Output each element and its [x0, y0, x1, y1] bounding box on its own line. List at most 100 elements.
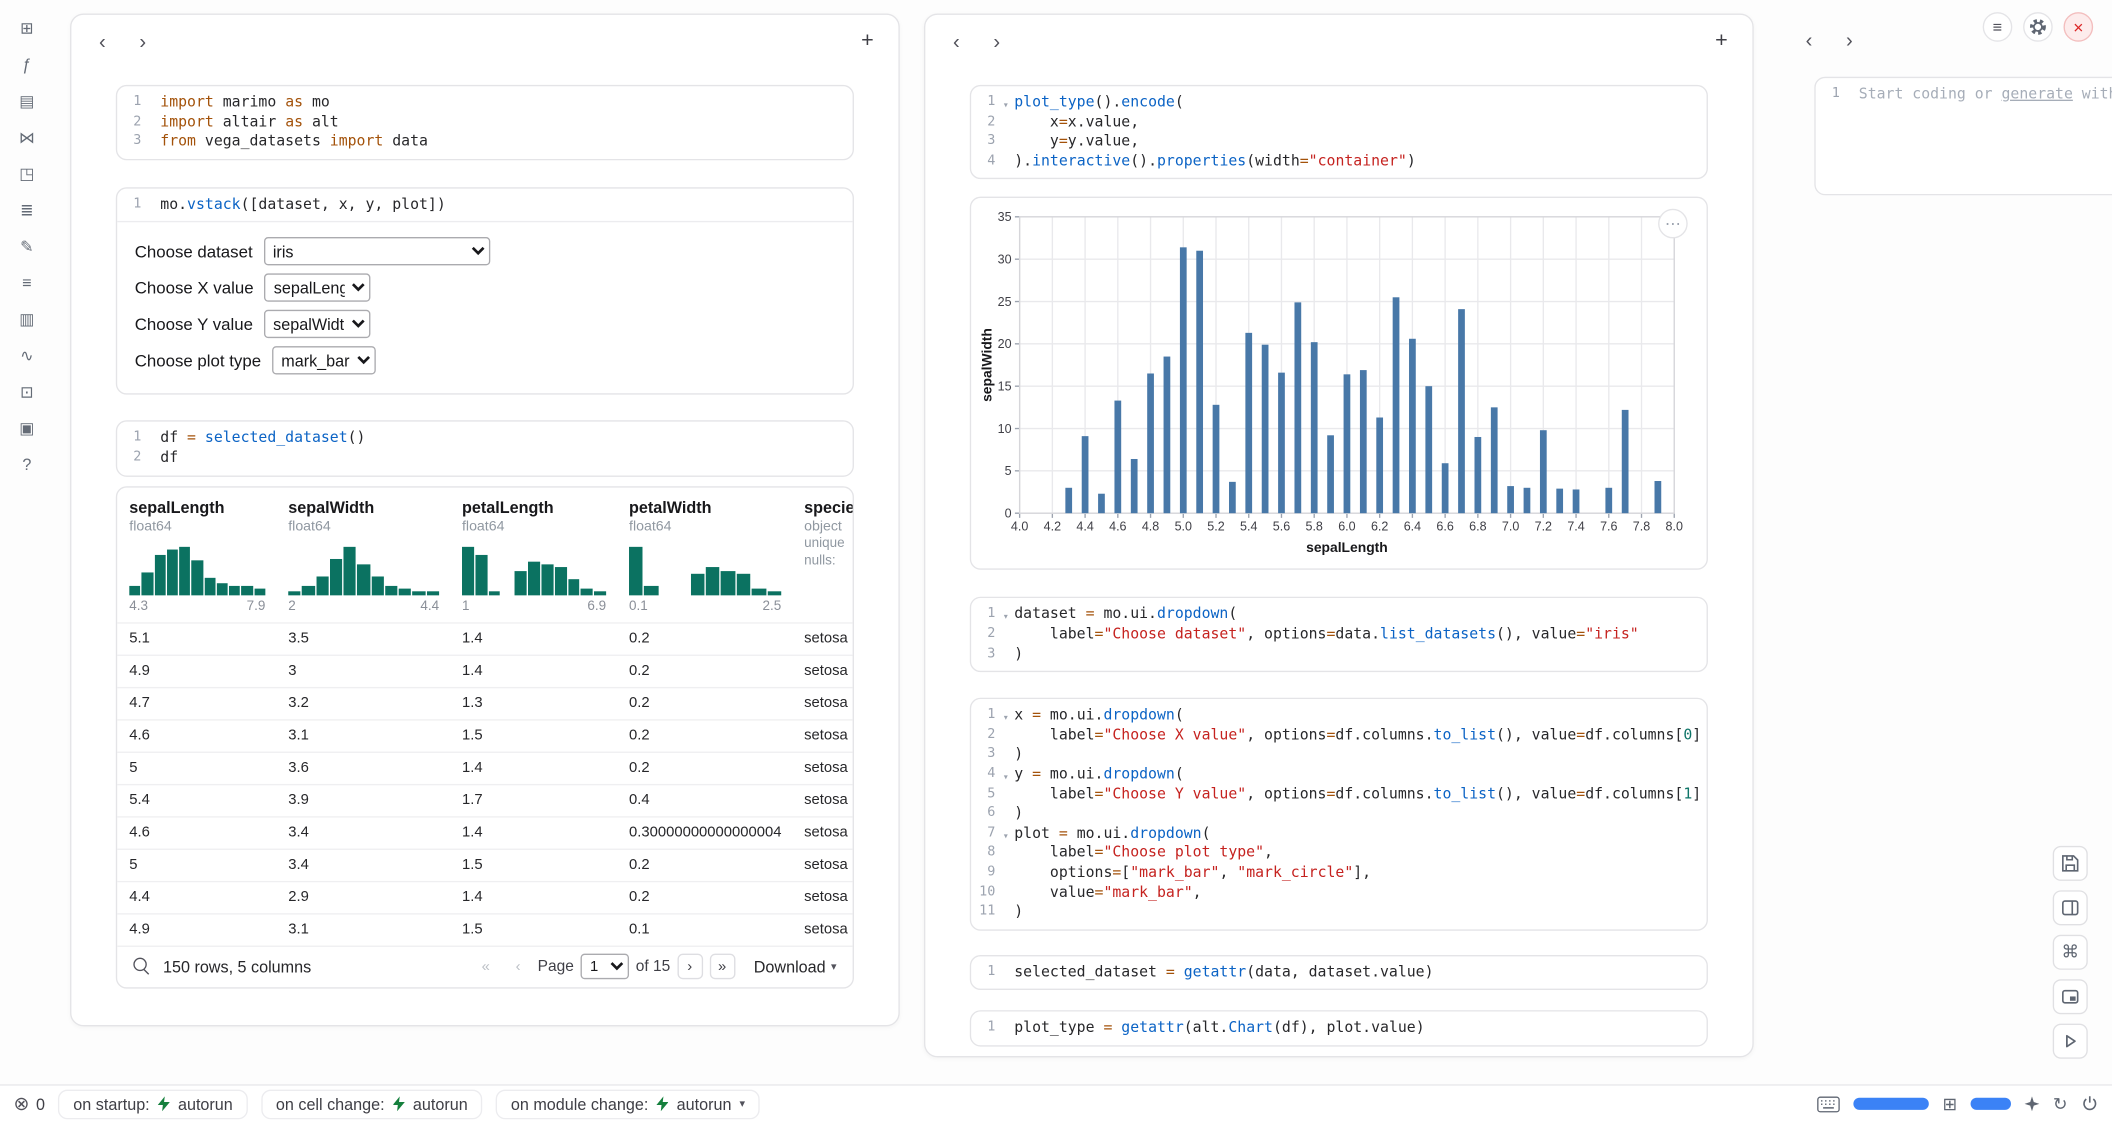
- code-line[interactable]: import altair as alt: [158, 113, 853, 133]
- picture-in-picture-button[interactable]: [2053, 979, 2088, 1014]
- power-icon[interactable]: [2081, 1095, 2099, 1113]
- cell-df[interactable]: 1df = selected_dataset()2df: [116, 421, 854, 476]
- code-line[interactable]: label="Choose dataset", options=data.lis…: [1012, 625, 1707, 645]
- save-button[interactable]: [2053, 846, 2088, 881]
- cell-imports[interactable]: 1import marimo as mo2import altair as al…: [116, 85, 854, 160]
- outline-icon[interactable]: ≡: [12, 268, 42, 298]
- zoom-slider[interactable]: [1971, 1098, 2011, 1110]
- layout-toggle-button[interactable]: [2053, 890, 2088, 925]
- next-page-button[interactable]: ›: [677, 954, 703, 980]
- add-cell-button[interactable]: +: [1707, 27, 1737, 57]
- table-row[interactable]: 4.63.11.50.2setosa: [117, 720, 852, 752]
- cell-plot-type[interactable]: 1plot_type = getattr(alt.Chart(df), plot…: [970, 1011, 1708, 1047]
- scroll-left-button[interactable]: ‹: [1794, 26, 1824, 56]
- cell-placeholder[interactable]: Start coding or generate with: [1856, 85, 2112, 105]
- on-cell-change-setting[interactable]: on cell change: autorun: [261, 1089, 482, 1119]
- cell-selected-dataset[interactable]: 1selected_dataset = getattr(data, datase…: [970, 955, 1708, 991]
- column-header[interactable]: sepalWidthfloat6424.4: [276, 498, 450, 622]
- dropdown-choose-y-value[interactable]: sepalWidth: [264, 310, 370, 338]
- first-page-button[interactable]: «: [473, 954, 499, 980]
- cell-vstack[interactable]: 1mo.vstack([dataset, x, y, plot]) Choose…: [116, 187, 854, 395]
- variables-icon[interactable]: ⋈: [12, 123, 42, 153]
- code-line[interactable]: selected_dataset = getattr(data, dataset…: [1012, 963, 1707, 983]
- code-line[interactable]: df: [158, 448, 853, 468]
- documentation-icon[interactable]: ▥: [12, 304, 42, 334]
- table-row[interactable]: 4.73.21.30.2setosa: [117, 688, 852, 720]
- grid-icon[interactable]: ⊞: [1943, 1093, 1958, 1115]
- table-row[interactable]: 5.13.51.40.2setosa: [117, 623, 852, 655]
- table-row[interactable]: 4.931.40.2setosa: [117, 655, 852, 687]
- column-header[interactable]: petalLengthfloat6416.9: [450, 498, 617, 622]
- scroll-right-button[interactable]: ›: [982, 27, 1012, 57]
- table-row[interactable]: 4.63.41.40.30000000000000004setosa: [117, 817, 852, 849]
- empty-cell[interactable]: 1 Start coding or generate with: [1814, 77, 2112, 196]
- code-line[interactable]: x = mo.ui.dropdown(: [1012, 706, 1707, 726]
- code-line[interactable]: plot_type().encode(: [1012, 93, 1707, 113]
- code-line[interactable]: plot_type = getattr(alt.Chart(df), plot.…: [1012, 1019, 1707, 1039]
- code-line[interactable]: options=["mark_bar", "mark_circle"],: [1012, 863, 1707, 883]
- cell-xy-plot-dropdowns[interactable]: 1▾x = mo.ui.dropdown(2 label="Choose X v…: [970, 698, 1708, 930]
- snippets-icon[interactable]: ⊡: [12, 377, 42, 407]
- column-header[interactable]: petalWidthfloat640.12.5: [617, 498, 792, 622]
- code-line[interactable]: y = mo.ui.dropdown(: [1012, 765, 1707, 785]
- dropdown-choose-dataset[interactable]: iris: [263, 238, 489, 266]
- code-line[interactable]: mo.vstack([dataset, x, y, plot]): [158, 195, 853, 215]
- page-select[interactable]: 1: [581, 954, 629, 980]
- altair-bar-chart[interactable]: 4.04.24.44.64.85.05.25.45.65.86.06.26.46…: [979, 209, 1685, 557]
- table-row[interactable]: 53.41.50.2setosa: [117, 849, 852, 881]
- code-line[interactable]: ): [1012, 804, 1707, 824]
- column-header[interactable]: sepalLengthfloat644.37.9: [117, 498, 276, 622]
- last-page-button[interactable]: »: [709, 954, 735, 980]
- dropdown-choose-plot-type[interactable]: mark_bar: [272, 347, 376, 375]
- datasources-icon[interactable]: ▤: [12, 86, 42, 116]
- minimap-slider[interactable]: [1854, 1098, 1929, 1110]
- code-line[interactable]: dataset = mo.ui.dropdown(: [1012, 605, 1707, 625]
- help-icon[interactable]: ?: [12, 450, 42, 480]
- logs-icon[interactable]: ▣: [12, 414, 42, 444]
- code-line[interactable]: ): [1012, 645, 1707, 665]
- table-row[interactable]: 53.61.40.2setosa: [117, 752, 852, 784]
- scroll-right-button[interactable]: ›: [128, 27, 158, 57]
- error-indicator[interactable]: ⊗ 0: [13, 1092, 45, 1115]
- code-line[interactable]: value="mark_bar",: [1012, 883, 1707, 903]
- table-row[interactable]: 4.93.11.50.1setosa: [117, 914, 852, 946]
- code-line[interactable]: label="Choose plot type",: [1012, 844, 1707, 864]
- column-header[interactable]: speciesobjectuniquenulls:: [792, 498, 853, 622]
- scroll-left-button[interactable]: ‹: [942, 27, 972, 57]
- scroll-right-button[interactable]: ›: [1835, 26, 1865, 56]
- scratchpad-icon[interactable]: ✎: [12, 232, 42, 262]
- code-line[interactable]: label="Choose X value", options=df.colum…: [1012, 726, 1707, 746]
- run-all-button[interactable]: [2053, 1024, 2088, 1059]
- code-line[interactable]: df = selected_dataset(): [158, 429, 853, 449]
- keyboard-shortcuts-button[interactable]: ⌘: [2053, 935, 2088, 970]
- packages-icon[interactable]: ◳: [12, 159, 42, 189]
- on-module-change-setting[interactable]: on module change: autorun ▾: [496, 1089, 760, 1119]
- code-line[interactable]: ): [1012, 745, 1707, 765]
- dropdown-choose-x-value[interactable]: sepalLength: [264, 274, 370, 302]
- code-line[interactable]: from vega_datasets import data: [158, 132, 853, 152]
- code-line[interactable]: ).interactive().properties(width="contai…: [1012, 152, 1707, 172]
- cell-dataset-dropdown[interactable]: 1▾dataset = mo.ui.dropdown(2 label="Choo…: [970, 597, 1708, 672]
- code-line[interactable]: label="Choose Y value", options=df.colum…: [1012, 785, 1707, 805]
- add-cell-button[interactable]: +: [853, 27, 883, 57]
- code-line[interactable]: y=y.value,: [1012, 132, 1707, 152]
- file-explorer-icon[interactable]: ⊞: [12, 13, 42, 43]
- table-row[interactable]: 5.43.91.70.4setosa: [117, 785, 852, 817]
- on-startup-setting[interactable]: on startup: autorun: [58, 1089, 247, 1119]
- code-line[interactable]: ): [1012, 903, 1707, 923]
- scroll-left-button[interactable]: ‹: [88, 27, 118, 57]
- keyboard-icon[interactable]: [1817, 1096, 1840, 1112]
- settings-button[interactable]: [2023, 12, 2053, 42]
- shutdown-button[interactable]: ×: [2064, 12, 2094, 42]
- notebook-icon[interactable]: ƒ: [12, 50, 42, 80]
- ai-sparkle-icon[interactable]: [2025, 1096, 2040, 1111]
- menu-button[interactable]: ≡: [1983, 12, 2013, 42]
- dependencies-icon[interactable]: ≣: [12, 195, 42, 225]
- prev-page-button[interactable]: ‹: [505, 954, 531, 980]
- code-line[interactable]: plot = mo.ui.dropdown(: [1012, 824, 1707, 844]
- search-icon[interactable]: [133, 958, 151, 976]
- table-row[interactable]: 4.42.91.40.2setosa: [117, 882, 852, 914]
- cell-plot-expression[interactable]: 1▾plot_type().encode(2 x=x.value,3 y=y.v…: [970, 85, 1708, 180]
- restart-icon[interactable]: ↻: [2053, 1093, 2068, 1115]
- code-line[interactable]: import marimo as mo: [158, 93, 853, 113]
